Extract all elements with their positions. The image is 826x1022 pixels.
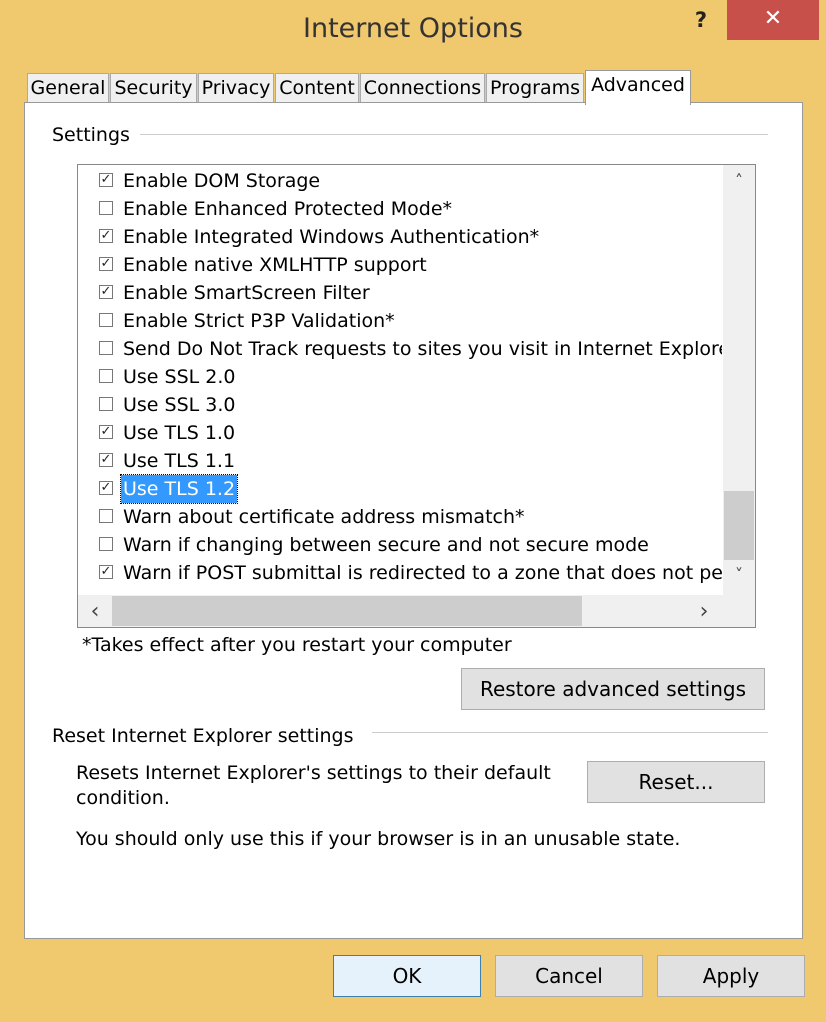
tab-connections[interactable]: Connections [360,73,485,102]
apply-button[interactable]: Apply [657,955,805,997]
setting-label: Warn if POST submittal is redirected to … [123,562,722,584]
ok-button[interactable]: OK [333,955,481,997]
setting-label: Send Do Not Track requests to sites you … [123,338,722,360]
vertical-scrollbar[interactable]: ˄ ˅ [723,165,755,595]
tab-programs[interactable]: Programs [486,73,584,102]
tab-advanced[interactable]: Advanced [585,70,691,105]
checkbox[interactable]: ✓ [99,453,113,467]
checkbox[interactable] [99,341,113,355]
setting-label: Enable SmartScreen Filter [123,282,370,304]
checkbox[interactable] [99,397,113,411]
horizontal-scroll-thumb[interactable] [112,596,582,626]
setting-label: Enable Enhanced Protected Mode* [123,198,453,220]
checkbox[interactable]: ✓ [99,481,113,495]
scroll-up-icon[interactable]: ˄ [723,171,755,190]
restart-note: *Takes effect after you restart your com… [82,634,512,656]
setting-label: Use TLS 1.1 [123,450,236,472]
tab-content[interactable]: Content [275,73,359,102]
help-button[interactable]: ? [678,6,724,36]
restore-advanced-settings-button[interactable]: Restore advanced settings [461,668,765,710]
checkbox[interactable]: ✓ [99,285,113,299]
checkbox[interactable] [99,313,113,327]
scroll-left-icon[interactable]: ‹ [79,599,111,624]
reset-group-label: Reset Internet Explorer settings [52,725,362,747]
setting-label: Enable native XMLHTTP support [123,254,427,276]
setting-label: Use SSL 2.0 [123,366,236,388]
checkbox[interactable]: ✓ [99,425,113,439]
horizontal-scrollbar[interactable]: ‹ › [78,595,755,627]
reset-description-line1: Resets Internet Explorer's settings to t… [76,762,551,784]
scroll-corner [723,595,755,627]
close-button[interactable]: ✕ [727,0,819,40]
setting-label: Enable Integrated Windows Authentication… [123,226,540,248]
settings-list[interactable]: ✓ Enable DOM Storage Enable Enhanced Prot… [77,164,756,628]
title-bar[interactable]: Internet Options ? ✕ [0,0,826,64]
vertical-scroll-thumb[interactable] [724,491,754,560]
setting-label: Enable Strict P3P Validation* [123,310,395,332]
setting-label: Use SSL 3.0 [123,394,236,416]
checkbox[interactable] [99,369,113,383]
setting-label: Use TLS 1.0 [123,422,236,444]
tab-general[interactable]: General [27,73,109,102]
close-icon: ✕ [763,6,783,31]
scroll-down-icon[interactable]: ˅ [723,565,755,584]
checkbox[interactable]: ✓ [99,257,113,271]
tab-privacy[interactable]: Privacy [198,73,274,102]
setting-label-selected: Use TLS 1.2 [119,474,239,504]
setting-label: Warn if changing between secure and not … [123,534,649,556]
tab-security[interactable]: Security [110,73,197,102]
setting-label: Warn about certificate address mismatch* [123,506,525,528]
settings-divider [140,134,768,135]
checkbox[interactable]: ✓ [99,229,113,243]
checkbox[interactable]: ✓ [99,173,113,187]
reset-button[interactable]: Reset... [587,761,765,803]
cancel-button[interactable]: Cancel [495,955,643,997]
setting-label: Enable DOM Storage [123,170,321,192]
checkbox[interactable] [99,537,113,551]
checkbox[interactable] [99,201,113,215]
settings-group-label: Settings [52,124,138,146]
checkbox[interactable]: ✓ [99,565,113,579]
checkbox[interactable] [99,509,113,523]
scroll-right-icon[interactable]: › [688,599,720,624]
reset-description-line2: condition. [76,787,170,809]
settings-items: ✓ Enable DOM Storage Enable Enhanced Prot… [78,165,722,595]
reset-divider [372,732,768,733]
reset-warning: You should only use this if your browser… [76,828,681,850]
